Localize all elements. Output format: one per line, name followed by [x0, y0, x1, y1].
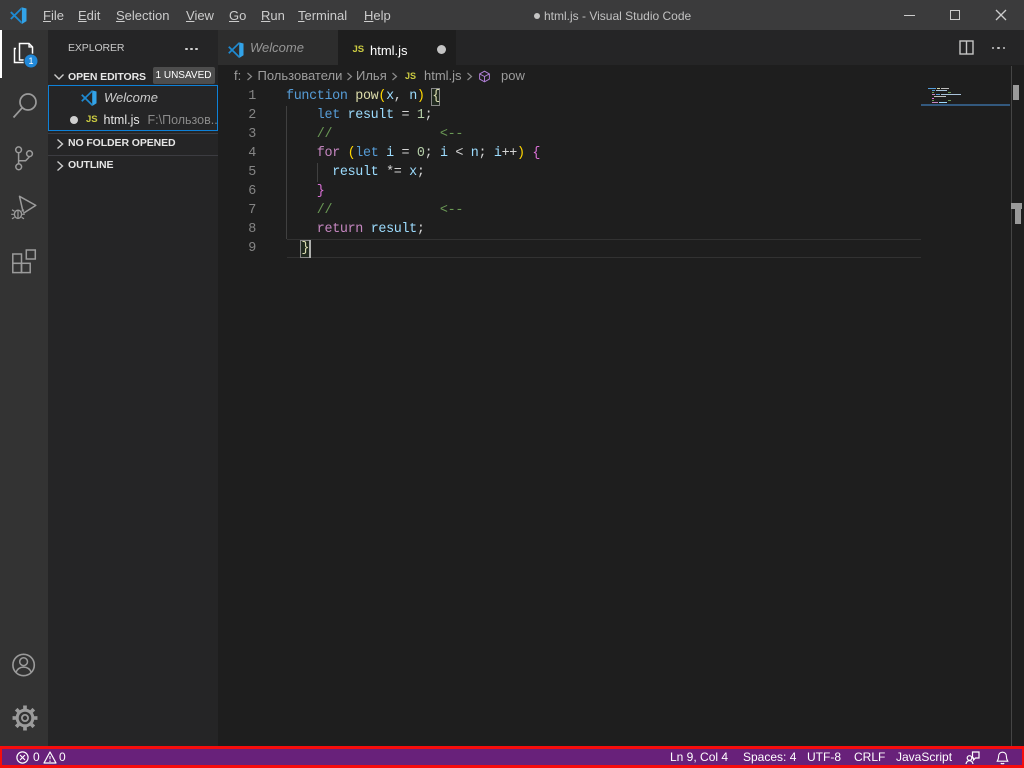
svg-text:1: 1 — [28, 56, 33, 66]
